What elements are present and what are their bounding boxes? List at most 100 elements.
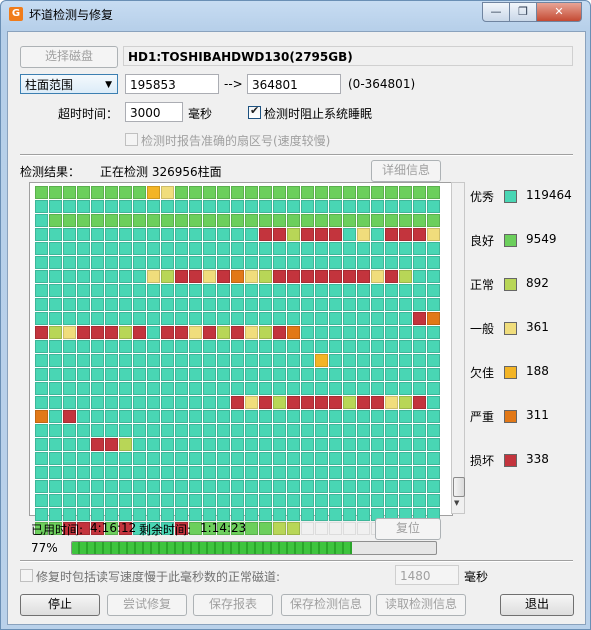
sector-block <box>273 256 286 269</box>
sector-block <box>175 466 188 479</box>
sector-block <box>203 424 216 437</box>
maximize-button[interactable]: ❐ <box>509 2 537 22</box>
sector-block <box>63 480 76 493</box>
select-disk-button[interactable]: 选择磁盘 <box>20 46 118 68</box>
sector-block <box>231 480 244 493</box>
prevent-sleep-checkbox[interactable] <box>248 104 261 119</box>
sector-block <box>189 256 202 269</box>
sector-block <box>301 494 314 507</box>
sector-block <box>413 242 426 255</box>
sector-block <box>49 256 62 269</box>
sector-block <box>329 522 342 535</box>
sector-block <box>203 368 216 381</box>
sector-block <box>77 270 90 283</box>
sector-block <box>217 410 230 423</box>
sector-block <box>189 382 202 395</box>
sector-block <box>175 396 188 409</box>
sector-block <box>35 466 48 479</box>
sector-block <box>105 368 118 381</box>
sector-block <box>245 256 258 269</box>
sector-block <box>77 200 90 213</box>
range-mode-select[interactable]: 柱面范围 ▼ <box>20 74 118 94</box>
sector-block <box>63 382 76 395</box>
sector-block <box>189 326 202 339</box>
legend-count-poor: 188 <box>526 364 549 378</box>
sector-block <box>287 452 300 465</box>
sector-block <box>63 242 76 255</box>
sector-block <box>371 256 384 269</box>
sector-block <box>301 326 314 339</box>
repair-threshold-input[interactable]: 1480 <box>395 565 459 585</box>
sector-block <box>287 424 300 437</box>
sector-block <box>357 368 370 381</box>
sector-block <box>245 200 258 213</box>
save-report-button[interactable]: 保存报表 <box>193 594 273 616</box>
sector-block <box>301 382 314 395</box>
stop-button[interactable]: 停止 <box>20 594 100 616</box>
sector-block <box>161 214 174 227</box>
sector-block <box>147 466 160 479</box>
range-start-input[interactable]: 195853 <box>125 74 219 94</box>
detail-info-button[interactable]: 详细信息 <box>371 160 441 182</box>
reset-button[interactable]: 复位 <box>375 518 441 540</box>
sector-block <box>91 424 104 437</box>
sector-block <box>105 382 118 395</box>
sector-block <box>413 340 426 353</box>
sector-block <box>413 200 426 213</box>
accurate-sector-checkbox[interactable] <box>125 133 138 146</box>
sector-block <box>105 326 118 339</box>
sector-block <box>217 326 230 339</box>
sector-block <box>189 410 202 423</box>
sector-block <box>371 340 384 353</box>
sector-block <box>301 368 314 381</box>
sector-block <box>273 452 286 465</box>
scroll-thumb[interactable] <box>453 477 465 497</box>
sector-block <box>203 494 216 507</box>
sector-block <box>245 396 258 409</box>
legend-swatch-poor <box>504 366 517 379</box>
try-repair-button[interactable]: 尝试修复 <box>107 594 187 616</box>
close-button[interactable]: ✕ <box>536 2 582 22</box>
sector-block <box>399 424 412 437</box>
sector-block <box>427 200 440 213</box>
sector-block <box>161 438 174 451</box>
sector-block <box>273 270 286 283</box>
sector-block <box>357 494 370 507</box>
sector-block <box>329 228 342 241</box>
sector-block <box>49 410 62 423</box>
sector-block <box>77 480 90 493</box>
timeout-input[interactable]: 3000 <box>125 102 183 122</box>
sector-block <box>385 214 398 227</box>
sector-block <box>35 396 48 409</box>
save-detect-info-button[interactable]: 保存检测信息 <box>281 594 371 616</box>
sector-block <box>301 354 314 367</box>
sector-block <box>231 354 244 367</box>
sector-block <box>371 382 384 395</box>
sector-block <box>385 228 398 241</box>
sector-block <box>371 284 384 297</box>
vertical-scrollbar[interactable]: ▼ <box>451 182 465 514</box>
sector-block <box>315 494 328 507</box>
exit-button[interactable]: 退出 <box>500 594 574 616</box>
sector-block <box>217 508 230 521</box>
sector-block <box>91 382 104 395</box>
repair-slow-checkbox[interactable] <box>20 569 33 582</box>
sector-block <box>245 438 258 451</box>
read-detect-info-button[interactable]: 读取检测信息 <box>376 594 466 616</box>
sector-block <box>357 228 370 241</box>
scroll-down-icon[interactable]: ▼ <box>454 499 459 507</box>
sector-block <box>189 242 202 255</box>
sector-block <box>49 368 62 381</box>
sector-block <box>371 200 384 213</box>
range-end-input[interactable]: 364801 <box>247 74 341 94</box>
minimize-button[interactable]: — <box>482 2 510 22</box>
sector-block <box>399 382 412 395</box>
sector-block <box>203 410 216 423</box>
sector-block <box>189 186 202 199</box>
sector-block <box>329 382 342 395</box>
sector-block <box>245 368 258 381</box>
sector-block <box>343 242 356 255</box>
sector-block <box>217 312 230 325</box>
sector-block <box>63 396 76 409</box>
range-limit: (0-364801) <box>348 77 416 91</box>
